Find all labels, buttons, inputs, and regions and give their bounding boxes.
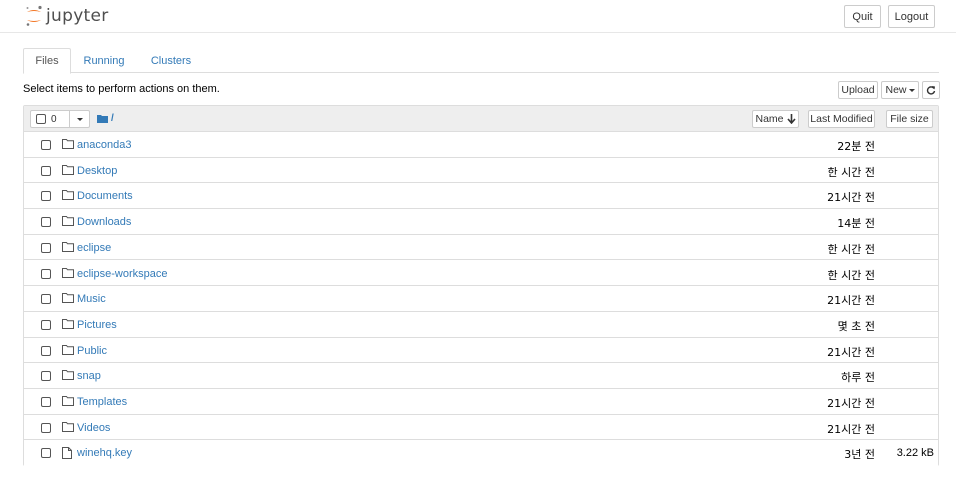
item-modified: 3년 전 (844, 448, 875, 462)
selected-count: 0 (51, 113, 57, 125)
logo-text: jupyter (46, 6, 109, 26)
folder-icon (62, 293, 74, 306)
folder-icon (62, 216, 74, 229)
file-row[interactable]: Documents 21시간 전 (24, 183, 938, 210)
file-row[interactable]: Templates 21시간 전 (24, 389, 938, 415)
caret-down-icon (908, 88, 915, 92)
new-button-label: New (885, 84, 907, 96)
folder-icon (62, 164, 74, 178)
folder-icon (62, 318, 74, 332)
row-checkbox[interactable] (41, 345, 51, 356)
item-modified: 21시간 전 (827, 397, 875, 410)
refresh-icon (926, 86, 936, 95)
sort-by-name-button[interactable]: Name (752, 110, 799, 128)
folder-icon (62, 344, 74, 358)
item-modified: 21시간 전 (827, 294, 875, 308)
row-checkbox[interactable] (41, 242, 51, 253)
item-name-link[interactable]: snap (77, 370, 101, 382)
item-modified: 한 시간 전 (827, 242, 875, 256)
select-all-checkbox[interactable] (36, 114, 46, 124)
item-name-link[interactable]: eclipse-workspace (77, 268, 167, 280)
new-dropdown-button[interactable]: New (881, 81, 919, 99)
file-list: 0 / Name Last Modified File size anacond… (23, 105, 939, 467)
item-modified: 한 시간 전 (827, 165, 875, 179)
quit-button[interactable]: Quit (844, 5, 881, 28)
folder-icon (62, 396, 74, 409)
row-checkbox[interactable] (41, 371, 51, 382)
tab-running[interactable]: Running (78, 48, 130, 73)
row-checkbox[interactable] (41, 268, 51, 279)
folder-icon (62, 190, 74, 203)
item-name-link[interactable]: Pictures (77, 319, 117, 331)
select-all-toggle[interactable]: 0 (31, 111, 70, 127)
file-row[interactable]: Public 21시간 전 (24, 337, 938, 364)
item-modified: 22분 전 (837, 140, 875, 153)
item-modified: 14분 전 (837, 217, 875, 231)
folder-icon (62, 241, 74, 255)
sort-by-modified-button[interactable]: Last Modified (808, 110, 875, 128)
row-checkbox[interactable] (41, 217, 51, 228)
breadcrumb[interactable]: / (97, 113, 114, 124)
item-modified: 몇 초 전 (837, 319, 875, 333)
tab-files[interactable]: Files (23, 48, 71, 74)
upload-button[interactable]: Upload (838, 81, 878, 99)
caret-down-icon (76, 117, 83, 121)
row-checkbox[interactable] (41, 319, 51, 330)
item-name-link[interactable]: Documents (77, 190, 133, 202)
item-name-link[interactable]: Videos (77, 422, 110, 434)
item-modified: 한 시간 전 (827, 268, 875, 282)
folder-icon (62, 370, 74, 383)
row-checkbox[interactable] (41, 191, 51, 202)
item-name-link[interactable]: Music (77, 293, 106, 305)
row-checkbox[interactable] (41, 448, 51, 459)
arrow-down-icon (786, 114, 796, 124)
item-modified: 21시간 전 (827, 191, 875, 205)
item-name-link[interactable]: Desktop (77, 165, 117, 177)
row-checkbox[interactable] (41, 422, 51, 433)
select-all-group: 0 (30, 110, 90, 128)
refresh-button[interactable] (922, 81, 940, 99)
jupyter-logo[interactable]: jupyter (25, 4, 109, 28)
file-row[interactable]: Desktop 한 시간 전 (24, 157, 938, 184)
folder-icon (62, 139, 74, 152)
row-checkbox[interactable] (41, 397, 51, 407)
file-row[interactable]: Videos 21시간 전 (24, 414, 938, 441)
file-row[interactable]: anaconda3 22분 전 (24, 132, 938, 158)
item-modified: 21시간 전 (827, 422, 875, 436)
item-name-link[interactable]: anaconda3 (77, 139, 131, 151)
file-icon (62, 447, 72, 462)
top-header: jupyter Quit Logout (0, 0, 956, 33)
logout-button[interactable]: Logout (888, 5, 935, 28)
tab-bar: Files Running Clusters (23, 48, 939, 74)
file-row[interactable]: Music 21시간 전 (24, 286, 938, 312)
folder-icon (62, 267, 74, 281)
file-row[interactable]: eclipse-workspace 한 시간 전 (24, 260, 938, 287)
item-modified: 21시간 전 (827, 345, 875, 359)
row-checkbox[interactable] (41, 294, 51, 305)
file-row[interactable]: winehq.key 3년 전 3.22 kB (24, 440, 938, 467)
item-name-link[interactable]: Templates (77, 396, 127, 408)
file-list-header: 0 / Name Last Modified File size (24, 106, 938, 132)
breadcrumb-root[interactable]: / (111, 113, 114, 124)
file-row[interactable]: eclipse 한 시간 전 (24, 234, 938, 261)
sort-by-size-button[interactable]: File size (886, 110, 933, 128)
item-name-link[interactable]: winehq.key (77, 447, 132, 459)
tab-clusters[interactable]: Clusters (145, 48, 197, 73)
select-message: Select items to perform actions on them. (23, 83, 220, 95)
sort-name-label: Name (755, 113, 784, 125)
jupyter-logo-icon (26, 5, 42, 26)
row-checkbox[interactable] (41, 165, 51, 176)
folder-icon (62, 421, 74, 435)
folder-home-icon (97, 115, 108, 123)
item-size: 3.22 kB (896, 447, 934, 460)
file-row[interactable]: snap 하루 전 (24, 363, 938, 389)
file-row[interactable]: Downloads 14분 전 (24, 209, 938, 235)
item-modified: 하루 전 (841, 371, 875, 385)
item-name-link[interactable]: Public (77, 345, 107, 357)
item-name-link[interactable]: Downloads (77, 216, 131, 228)
file-row[interactable]: Pictures 몇 초 전 (24, 311, 938, 338)
select-dropdown-button[interactable] (70, 111, 89, 127)
row-checkbox[interactable] (41, 140, 51, 150)
item-name-link[interactable]: eclipse (77, 242, 111, 254)
